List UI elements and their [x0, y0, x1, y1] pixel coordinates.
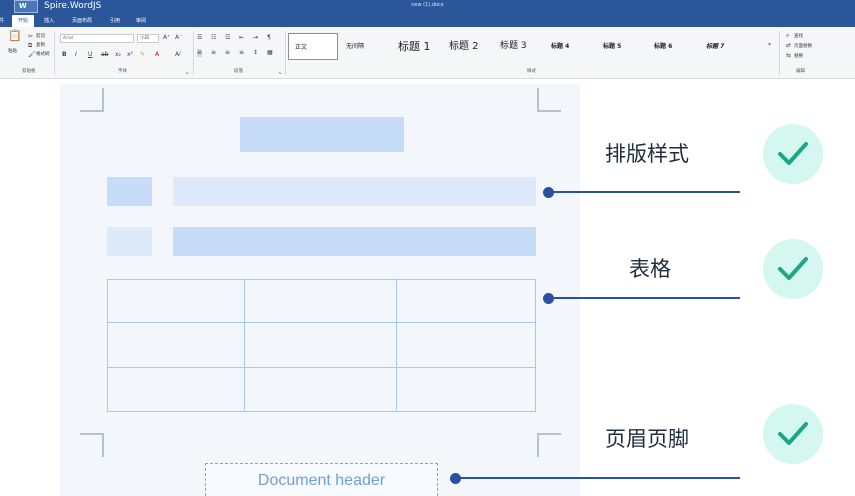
table-grid-line [244, 280, 245, 411]
connector-line [548, 191, 740, 193]
table-grid-line [108, 367, 535, 368]
editing-group-label: 编辑 [796, 69, 805, 74]
check-icon [763, 404, 823, 464]
page-corner-top-left [80, 88, 104, 112]
group-separator [285, 31, 286, 75]
font-color-icon[interactable]: A [155, 51, 159, 59]
table-grid-line [396, 280, 397, 411]
feature-label-header-footer: 页眉页脚 [605, 427, 689, 451]
text-block-line-2 [173, 227, 536, 256]
increase-indent-icon[interactable]: ⇥ [253, 34, 258, 42]
styles-more-icon[interactable]: ▾ [768, 41, 771, 49]
underline-icon[interactable]: U [88, 51, 92, 59]
group-separator [54, 31, 55, 75]
align-left-icon[interactable]: ≡ [197, 49, 203, 57]
format-painter-icon[interactable]: 🖌 [28, 51, 36, 59]
text-effects-icon[interactable]: A⁄ [175, 51, 180, 59]
styles-group-label: 样式 [527, 69, 536, 74]
grow-font-icon[interactable]: A⁺ [163, 34, 170, 42]
bold-icon[interactable]: B [62, 51, 67, 59]
format-painter-button[interactable]: 格式刷 [36, 52, 50, 58]
align-center-icon[interactable]: ≡ [211, 49, 216, 57]
font-dialog-icon[interactable]: ↘ [185, 69, 188, 77]
style-heading-4[interactable]: 标题 4 [545, 33, 595, 60]
connector-line [455, 477, 740, 479]
style-heading-5[interactable]: 标题 5 [597, 33, 647, 60]
font-family-select[interactable]: Arial [60, 34, 134, 43]
font-size-select[interactable]: 小四 [137, 34, 159, 43]
tab-file[interactable]: 文件 [0, 15, 6, 27]
paragraph-group-label: 段落 [234, 69, 243, 74]
page-corner-bottom-left [80, 433, 104, 457]
style-heading-6[interactable]: 标题 6 [648, 33, 698, 60]
replace-button[interactable]: 替换 [794, 54, 803, 60]
text-block-line-1 [173, 177, 536, 206]
style-heading-2[interactable]: 标题 2 [443, 33, 493, 60]
decrease-indent-icon[interactable]: ⇤ [239, 34, 244, 42]
style-heading-7[interactable]: 标题 7 [700, 33, 750, 60]
app-window: W Spire.WordJS new (1).docx 文件 开始 插入 页面布… [0, 0, 855, 496]
paste-button[interactable]: 粘贴 [8, 49, 17, 55]
title-bar: W Spire.WordJS new (1).docx [0, 0, 855, 13]
cut-icon[interactable]: ✂ [28, 33, 33, 41]
ribbon-tabs: 文件 开始 插入 页面布局 引用 审阅 [0, 13, 855, 27]
text-block-label-1 [107, 177, 152, 206]
shading-icon[interactable]: ▦ [267, 49, 273, 57]
connector-line [548, 297, 740, 299]
page-replace-icon[interactable]: ⇄ [786, 42, 791, 50]
group-separator [779, 31, 780, 75]
ribbon: 📋 粘贴 ✂ 剪切 ⧉ 复制 🖌 格式刷 剪贴板 Arial 小四 A⁺ A⁻ … [0, 27, 855, 79]
line-spacing-icon[interactable]: ↕ [253, 49, 258, 57]
page-replace-button[interactable]: 页面替换 [794, 44, 812, 50]
tab-page-layout[interactable]: 页面布局 [64, 15, 100, 27]
subscript-icon[interactable]: x₂ [115, 51, 121, 59]
font-group-label: 字体 [118, 69, 127, 74]
paste-icon[interactable]: 📋 [8, 30, 22, 41]
text-block-label-2 [107, 227, 152, 256]
highlight-icon[interactable]: ✎ [140, 51, 145, 59]
replace-icon[interactable]: ⇆ [786, 52, 791, 60]
document-header-box: Document header [205, 463, 438, 496]
title-block [240, 117, 404, 152]
copy-button[interactable]: 复制 [36, 43, 45, 49]
copy-icon[interactable]: ⧉ [28, 42, 32, 50]
tab-insert[interactable]: 插入 [38, 15, 60, 27]
table-illustration [107, 279, 536, 412]
group-separator [193, 31, 194, 75]
show-marks-icon[interactable]: ¶ [267, 34, 271, 42]
multilevel-list-icon[interactable]: ☲ [225, 34, 230, 42]
cut-button[interactable]: 剪切 [36, 34, 45, 40]
numbered-list-icon[interactable]: ☷ [211, 34, 216, 42]
shrink-font-icon[interactable]: A⁻ [175, 34, 182, 42]
style-heading-3[interactable]: 标题 3 [494, 33, 544, 60]
tab-review[interactable]: 审阅 [130, 15, 152, 27]
page-corner-bottom-right [537, 433, 561, 457]
italic-icon[interactable]: I [75, 51, 77, 59]
justify-icon[interactable]: ≡ [239, 49, 244, 57]
clipboard-group-label: 剪贴板 [22, 69, 36, 74]
style-no-spacing[interactable]: 无间隔 [340, 33, 390, 60]
style-heading-1[interactable]: 标题 1 [392, 33, 442, 60]
search-icon[interactable]: ⌕ [786, 32, 789, 40]
feature-label-tables: 表格 [629, 257, 671, 281]
find-button[interactable]: 查找 [794, 34, 803, 40]
tab-references[interactable]: 引用 [104, 15, 126, 27]
superscript-icon[interactable]: x² [127, 51, 133, 59]
document-name: new (1).docx [411, 2, 444, 8]
paragraph-dialog-icon[interactable]: ↘ [278, 69, 281, 77]
strikethrough-icon[interactable]: ab [101, 51, 109, 59]
table-grid-line [108, 322, 535, 323]
align-right-icon[interactable]: ≡ [225, 49, 230, 57]
bullet-list-icon[interactable]: ☰ [197, 34, 202, 42]
check-icon [763, 239, 823, 299]
check-icon [763, 124, 823, 184]
tab-home[interactable]: 开始 [12, 15, 34, 27]
page-corner-top-right [537, 88, 561, 112]
feature-label-layout-styles: 排版样式 [605, 142, 689, 166]
style-normal[interactable]: 正文 [288, 33, 338, 60]
